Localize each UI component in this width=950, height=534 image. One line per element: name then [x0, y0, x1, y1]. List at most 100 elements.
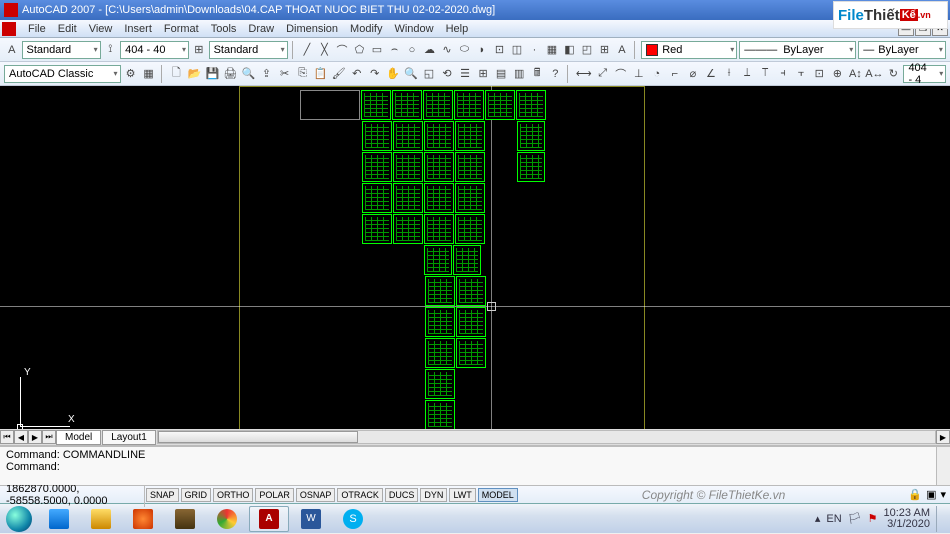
tab-model[interactable]: Model — [56, 430, 101, 445]
tablestyle-combo[interactable]: Standard — [209, 41, 288, 59]
line-tool-icon[interactable]: ╱ — [299, 41, 315, 59]
tab-next-button[interactable]: ▶ — [28, 430, 42, 444]
matchprop-icon[interactable]: 🖌 — [331, 65, 347, 83]
dimordinate-icon[interactable]: ⊥ — [631, 65, 647, 83]
hscroll-thumb[interactable] — [158, 431, 358, 443]
grid-toggle[interactable]: GRID — [181, 488, 212, 502]
menu-file[interactable]: File — [22, 23, 52, 35]
menu-dimension[interactable]: Dimension — [280, 23, 344, 35]
dimstyle-combo[interactable]: 404 - 40 — [120, 41, 189, 59]
markupset-icon[interactable]: ▥ — [511, 65, 527, 83]
tray-show-hidden-icon[interactable]: ▴ — [815, 512, 821, 525]
pan-icon[interactable]: ✋ — [385, 65, 401, 83]
workspace-combo[interactable]: AutoCAD Classic — [4, 65, 121, 83]
gradient-tool-icon[interactable]: ◧ — [562, 41, 578, 59]
spline-tool-icon[interactable]: ∿ — [439, 41, 455, 59]
command-window[interactable]: Command: COMMANDLINE Command: — [0, 445, 950, 485]
sheetset-icon[interactable]: ▤ — [493, 65, 509, 83]
polygon-tool-icon[interactable]: ⬠ — [352, 41, 368, 59]
command-input[interactable] — [60, 461, 460, 473]
taskbar-word[interactable]: W — [291, 506, 331, 532]
save-icon[interactable]: 💾 — [204, 65, 220, 83]
taskbar-explorer[interactable] — [81, 506, 121, 532]
insertblock-tool-icon[interactable]: ⊡ — [492, 41, 508, 59]
zoom-rt-icon[interactable]: 🔍 — [403, 65, 419, 83]
menu-draw[interactable]: Draw — [242, 23, 280, 35]
point-tool-icon[interactable]: · — [527, 41, 543, 59]
dimarc-icon[interactable]: ⌒ — [613, 65, 629, 83]
centermark-icon[interactable]: ⊕ — [829, 65, 845, 83]
rectangle-tool-icon[interactable]: ▭ — [369, 41, 385, 59]
dimupdate-icon[interactable]: ↻ — [885, 65, 901, 83]
dimcontinue-icon[interactable]: ⟙ — [757, 65, 773, 83]
arc-tool-icon[interactable]: ⌢ — [387, 41, 403, 59]
mtext-tool-icon[interactable]: A — [614, 41, 630, 59]
ellipse-tool-icon[interactable]: ⬭ — [457, 41, 473, 59]
open-icon[interactable]: 📂 — [186, 65, 202, 83]
taskbar-autocad[interactable]: A — [249, 506, 289, 532]
zoom-window-icon[interactable]: ◱ — [421, 65, 437, 83]
menu-help[interactable]: Help — [440, 23, 475, 35]
textstyle-icon[interactable]: A — [4, 41, 20, 59]
polar-toggle[interactable]: POLAR — [255, 488, 294, 502]
otrack-toggle[interactable]: OTRACK — [337, 488, 383, 502]
lineweight-combo[interactable]: —ByLayer — [858, 41, 946, 59]
start-button[interactable] — [0, 504, 38, 534]
help-icon[interactable]: ? — [547, 65, 563, 83]
quickcalc-icon[interactable]: 🖩 — [529, 65, 545, 83]
region-tool-icon[interactable]: ◰ — [579, 41, 595, 59]
tray-language[interactable]: EN — [826, 513, 841, 525]
snap-toggle[interactable]: SNAP — [146, 488, 179, 502]
ducs-toggle[interactable]: DUCS — [385, 488, 419, 502]
tray-chevron-icon[interactable]: ▾ — [940, 488, 946, 501]
tab-layout1[interactable]: Layout1 — [102, 430, 156, 445]
lwt-toggle[interactable]: LWT — [449, 488, 475, 502]
menu-tools[interactable]: Tools — [205, 23, 243, 35]
undo-icon[interactable]: ↶ — [349, 65, 365, 83]
paste-icon[interactable]: 📋 — [313, 65, 329, 83]
menu-modify[interactable]: Modify — [344, 23, 388, 35]
polyline-tool-icon[interactable]: ⌒ — [334, 41, 350, 59]
publish-icon[interactable]: ⇪ — [258, 65, 274, 83]
dimaligned-icon[interactable]: ⤢ — [595, 65, 611, 83]
menu-view[interactable]: View — [83, 23, 119, 35]
dimedit-icon[interactable]: A↕ — [847, 65, 863, 83]
taskbar-skype[interactable]: S — [333, 506, 373, 532]
tablestyle-icon[interactable]: ⊞ — [191, 41, 207, 59]
dimradius-icon[interactable]: ◔ — [649, 65, 665, 83]
taskbar-firefox[interactable] — [123, 506, 163, 532]
properties-icon[interactable]: ☰ — [457, 65, 473, 83]
command-vscroll[interactable] — [936, 447, 950, 485]
menu-window[interactable]: Window — [388, 23, 439, 35]
dimbreak-icon[interactable]: ⫟ — [793, 65, 809, 83]
color-combo[interactable]: Red — [641, 41, 737, 59]
revcloud-tool-icon[interactable]: ☁ — [422, 41, 438, 59]
designcenter-icon[interactable]: ⊞ — [475, 65, 491, 83]
cut-icon[interactable]: ✂ — [277, 65, 293, 83]
circle-tool-icon[interactable]: ○ — [404, 41, 420, 59]
copy-icon[interactable]: ⎘ — [295, 65, 311, 83]
tab-first-button[interactable]: ⏮ — [0, 430, 14, 444]
table-tool-icon[interactable]: ⊞ — [597, 41, 613, 59]
tab-last-button[interactable]: ⏭ — [42, 430, 56, 444]
redo-icon[interactable]: ↷ — [367, 65, 383, 83]
dyn-toggle[interactable]: DYN — [420, 488, 447, 502]
taskbar-ie[interactable] — [39, 506, 79, 532]
xline-tool-icon[interactable]: ╳ — [317, 41, 333, 59]
dimquick-icon[interactable]: ⟊ — [721, 65, 737, 83]
taskbar-winrar[interactable] — [165, 506, 205, 532]
tray-flag-icon[interactable]: 🏳 — [848, 512, 862, 525]
hscroll-right-button[interactable]: ▶ — [936, 430, 950, 444]
zoom-prev-icon[interactable]: ⟲ — [439, 65, 455, 83]
plotpreview-icon[interactable]: 🔍 — [240, 65, 256, 83]
dimspace-icon[interactable]: ⫞ — [775, 65, 791, 83]
toolpalettes-icon[interactable]: ▦ — [141, 65, 157, 83]
menu-insert[interactable]: Insert — [118, 23, 158, 35]
dimangular-icon[interactable]: ∠ — [703, 65, 719, 83]
menu-format[interactable]: Format — [158, 23, 205, 35]
dimdiameter-icon[interactable]: ⌀ — [685, 65, 701, 83]
dimjogged-icon[interactable]: ⌐ — [667, 65, 683, 83]
plot-icon[interactable]: 🖨 — [222, 65, 238, 83]
drawing-area[interactable]: Y X ⏮ ◀ ▶ ⏭ Model Layout1 ▶ — [0, 86, 950, 445]
show-desktop-button[interactable] — [936, 506, 944, 532]
